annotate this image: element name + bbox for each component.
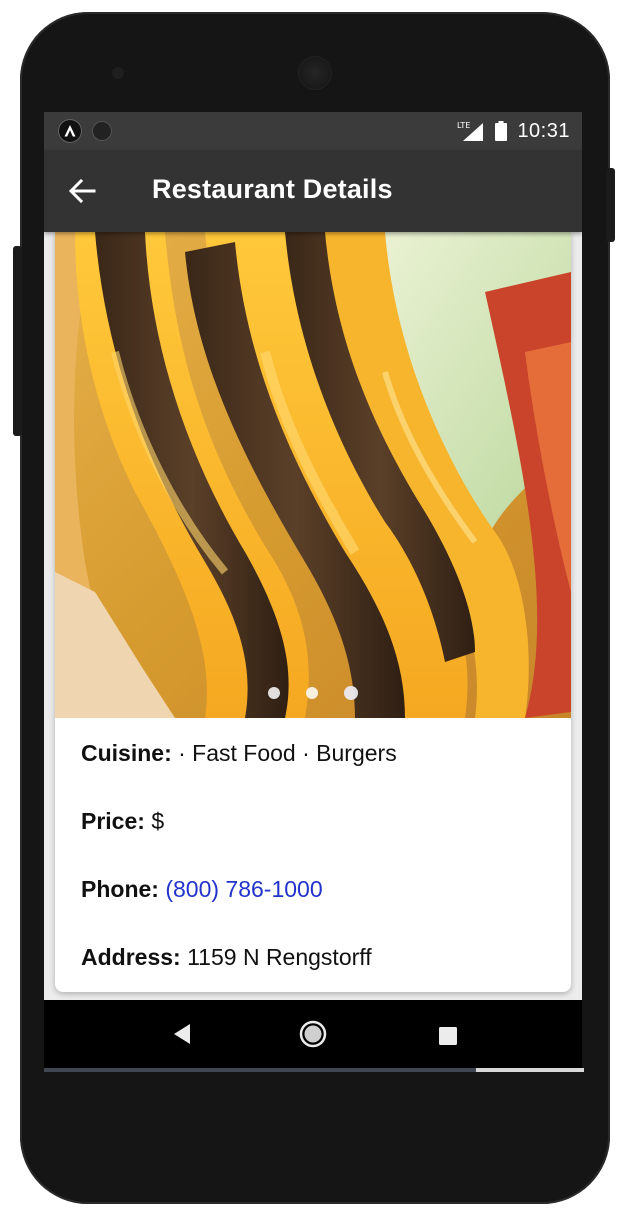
- price-value: $: [144, 808, 165, 834]
- app-notification-icon: [58, 119, 82, 143]
- screen: LTE 10:31 Restaurant Details Cuisine: · …: [44, 112, 582, 1070]
- image-carousel[interactable]: [55, 232, 571, 718]
- carousel-dots: [55, 686, 571, 700]
- cuisine-value: · Fast Food · Burgers: [171, 740, 397, 766]
- square-recents-icon[interactable]: [439, 1027, 457, 1045]
- price-row: Price: $: [81, 808, 551, 876]
- status-icons: LTE 10:31: [457, 118, 570, 144]
- restaurant-card: Cuisine: · Fast Food · Burgers Price: $ …: [55, 232, 571, 992]
- restaurant-details: Cuisine: · Fast Food · Burgers Price: $ …: [81, 740, 551, 992]
- address-value: 1159 N Rengstorff: [180, 944, 372, 970]
- cuisine-row: Cuisine: · Fast Food · Burgers: [81, 740, 551, 808]
- power-button: [606, 168, 615, 242]
- phone-link[interactable]: (800) 786-1000: [159, 876, 322, 902]
- volume-button: [13, 246, 22, 436]
- status-time: 10:31: [517, 119, 570, 142]
- circle-notification-icon: [92, 121, 112, 141]
- front-camera: [112, 67, 124, 79]
- circle-home-icon[interactable]: [299, 1020, 327, 1048]
- carousel-dot-active[interactable]: [344, 686, 358, 700]
- battery-icon: [495, 121, 508, 141]
- address-row: Address: 1159 N Rengstorff: [81, 944, 551, 992]
- triangle-back-icon[interactable]: [170, 1021, 192, 1047]
- phone-label: Phone:: [81, 876, 159, 902]
- price-label: Price:: [81, 808, 145, 834]
- home-indicator-segment: [476, 1068, 584, 1072]
- cuisine-label: Cuisine:: [81, 740, 172, 766]
- app-bar: Restaurant Details: [44, 150, 582, 232]
- burger-photo: [55, 232, 571, 718]
- page-title: Restaurant Details: [152, 174, 393, 204]
- status-bar: LTE 10:31: [44, 112, 582, 150]
- home-indicator-strip: [44, 1068, 584, 1072]
- carousel-dot[interactable]: [268, 687, 280, 699]
- carousel-dot[interactable]: [306, 687, 318, 699]
- svg-text:LTE: LTE: [457, 121, 470, 130]
- phone-row: Phone: (800) 786-1000: [81, 876, 551, 944]
- speaker-grille: [298, 56, 332, 90]
- system-nav-bar: [44, 1000, 582, 1070]
- arrow-back-icon[interactable]: [68, 177, 96, 205]
- address-label: Address:: [81, 944, 181, 970]
- lte-signal-icon: LTE: [457, 121, 484, 141]
